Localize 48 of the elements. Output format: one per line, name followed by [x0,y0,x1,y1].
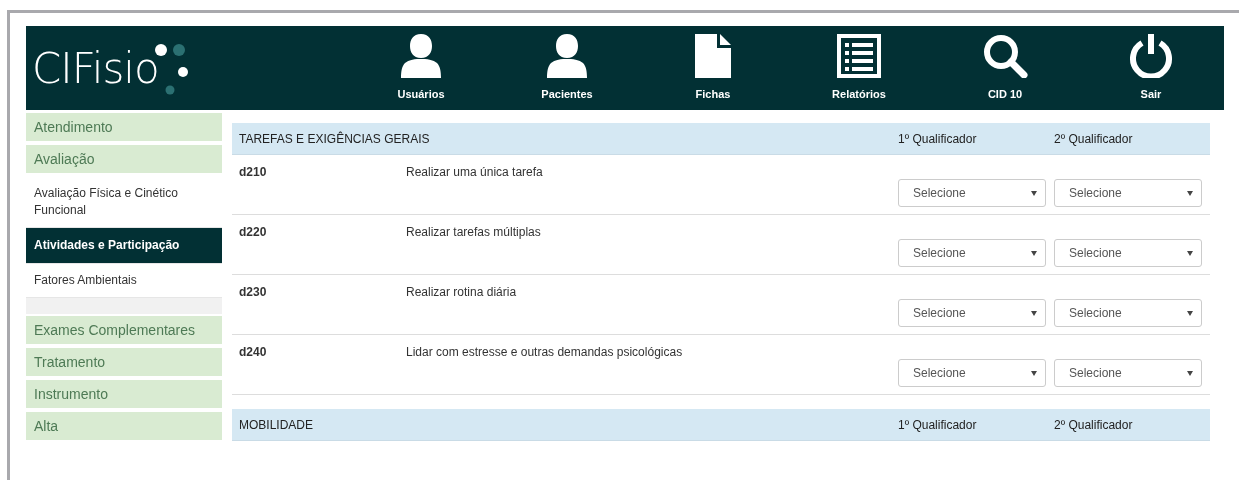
code-cell-text: d220 [238,224,268,241]
qualifier-dropdown[interactable]: Selecione [898,359,1046,387]
qualifier-dropdown[interactable]: Selecione [1054,239,1202,267]
qualifier-dropdown[interactable]: Selecione [898,179,1046,207]
column-header: 1º Qualificador [898,131,978,146]
qualifier-dropdown[interactable]: Selecione [898,299,1046,327]
code-cell-text: d230 [238,284,268,301]
document-icon [695,34,731,78]
caret-icon [1187,370,1193,376]
nav-link[interactable]: Relatórios [786,26,932,110]
qualifier-dropdown[interactable]: Selecione [1054,179,1202,207]
qualifier-dropdown[interactable]: Selecione [1054,359,1202,387]
sidebar-item[interactable]: Tratamento [26,348,222,376]
column-header: 2º Qualificador [1054,131,1134,146]
caret-icon [1031,310,1037,316]
qualifier-dropdown[interactable]: Selecione [898,239,1046,267]
description-cell-text: Realizar tarefas múltiplas [406,224,542,241]
section-title: MOBILIDADE [238,417,314,432]
nav-link[interactable]: Pacientes [494,26,640,110]
code-cell-text: d240 [238,344,268,361]
sidebar-item[interactable]: Atividades e Participação [26,228,222,264]
code-cell-text: d210 [238,164,268,181]
column-header: 2º Qualificador [1054,417,1134,432]
logo-text: CIFisio [32,43,159,93]
sidebar-item[interactable]: Alta [26,412,222,440]
description-cell-text: Realizar rotina diária [406,284,518,301]
sidebar-item[interactable]: Exames Complementares [26,316,222,344]
column-header: 1º Qualificador [898,417,978,432]
sidebar-item[interactable]: Instrumento [26,380,222,408]
description-cell-text: Realizar uma única tarefa [406,164,544,181]
caret-icon [1031,250,1037,256]
search-icon [982,34,1028,78]
description-cell-text: Lidar com estresse e outras demandas psicológicas [406,344,684,361]
nav-link[interactable]: Fichas [640,26,786,110]
nav-link[interactable]: CID 10 [932,26,1078,110]
caret-icon [1031,370,1037,376]
section-title: TAREFAS E EXIGÊNCIAS GERAIS [238,131,431,146]
sidebar-item[interactable]: Avaliação [26,145,222,173]
power-icon [1128,34,1174,78]
qualifier-dropdown[interactable]: Selecione [1054,299,1202,327]
caret-icon [1031,190,1037,196]
sidebar-item[interactable]: Atendimento [26,113,222,141]
nav-link[interactable]: Usuários [348,26,494,110]
list-icon [837,34,881,78]
caret-icon [1187,310,1193,316]
nav-link[interactable]: Sair [1078,26,1224,110]
caret-icon [1187,250,1193,256]
caret-icon [1187,190,1193,196]
